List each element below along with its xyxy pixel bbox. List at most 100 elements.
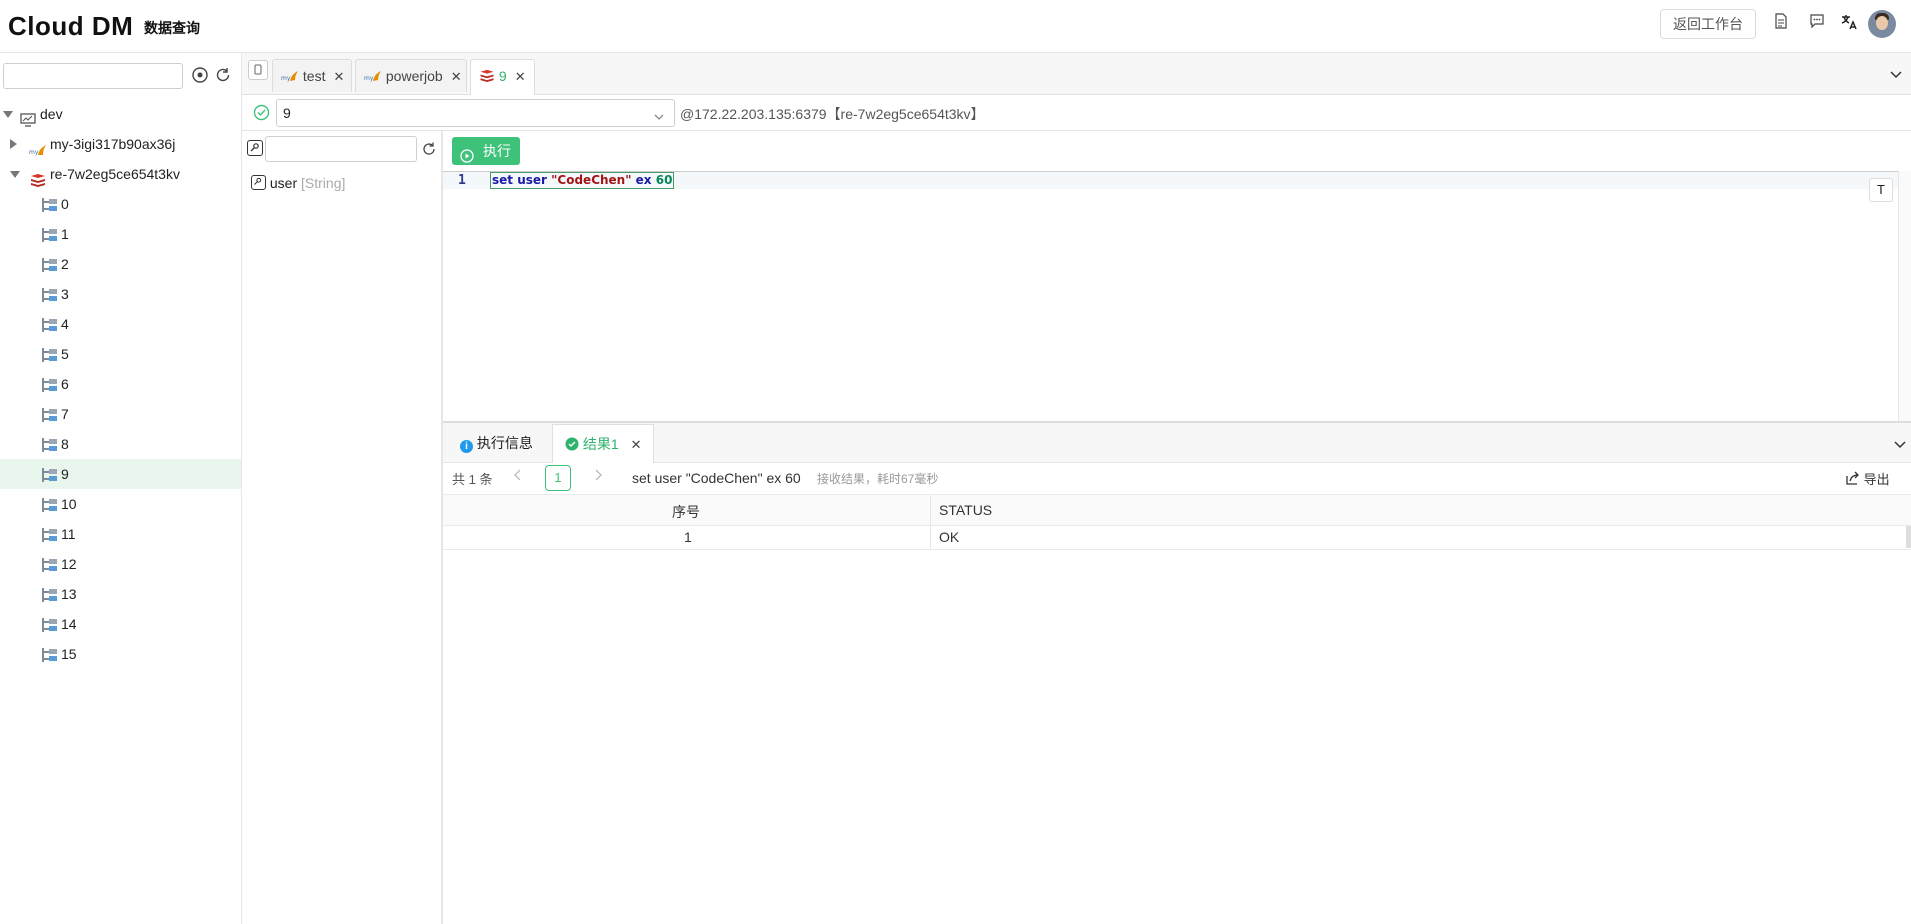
run-button-label: 执行 [483, 143, 511, 159]
database-icon [42, 408, 58, 422]
export-button[interactable]: 导出 [1845, 469, 1890, 489]
document-icon[interactable] [1770, 13, 1792, 35]
close-icon[interactable]: ✕ [451, 69, 462, 84]
tree-node-db-1[interactable]: 1 [0, 219, 241, 249]
refresh-icon[interactable] [421, 141, 437, 157]
run-button[interactable]: 执行 [452, 137, 520, 165]
key-filter-icon[interactable] [247, 140, 263, 156]
tree-node-db-14[interactable]: 14 [0, 609, 241, 639]
tree-node-db-9[interactable]: 9 [0, 459, 241, 489]
tree-node-label: my-3igi317b90ax36j [50, 136, 176, 152]
redis-icon [480, 69, 494, 82]
tree-node-db-13[interactable]: 13 [0, 579, 241, 609]
chevron-down-icon[interactable] [1888, 66, 1904, 82]
key-name: user [269, 175, 298, 191]
caret-down-icon[interactable] [10, 171, 20, 178]
tree-node-db-15[interactable]: 15 [0, 639, 241, 669]
tab-execution-info[interactable]: i 执行信息 [448, 424, 545, 463]
tab-result-1[interactable]: 结果1 ✕ [552, 424, 655, 463]
back-to-workbench-button[interactable]: 返回工作台 [1660, 9, 1756, 39]
code-number: 60 [655, 173, 673, 187]
tree-node-db-8[interactable]: 8 [0, 429, 241, 459]
database-icon [42, 378, 58, 392]
key-icon [251, 175, 266, 190]
editor-scrollbar[interactable] [1898, 171, 1911, 421]
tree-node-db-0[interactable]: 0 [0, 189, 241, 219]
tree-node-mysql-connection[interactable]: my my-3igi317b90ax36j [0, 129, 241, 159]
result-query-text: set user "CodeChen" ex 60 [632, 470, 801, 486]
cell-index[interactable]: 1 [684, 529, 692, 545]
database-icon [42, 588, 58, 602]
tree-node-label: 2 [61, 256, 69, 272]
tree-node-dev[interactable]: dev [0, 99, 241, 129]
connection-info: @172.22.203.135:6379【re-7w2eg5ce654t3kv】 [680, 106, 985, 122]
tree-node-label: re-7w2eg5ce654t3kv [50, 166, 180, 182]
total-count: 共 1 条 [452, 472, 493, 487]
play-icon [460, 144, 474, 172]
database-icon [42, 258, 58, 272]
table-row[interactable] [443, 526, 1911, 550]
chevron-down-icon [652, 106, 666, 132]
line-number: 1 [458, 173, 466, 188]
database-icon [42, 348, 58, 362]
code-key: user [517, 173, 547, 187]
caret-down-icon[interactable] [3, 111, 13, 118]
tree-node-label: 12 [61, 556, 77, 572]
code-line[interactable]: set user "CodeChen" ex 60 [490, 172, 675, 189]
tree-node-db-7[interactable]: 7 [0, 399, 241, 429]
tree-node-db-12[interactable]: 12 [0, 549, 241, 579]
refresh-icon[interactable] [214, 66, 232, 84]
user-avatar[interactable] [1868, 10, 1896, 38]
tree-node-db-3[interactable]: 3 [0, 279, 241, 309]
tree-node-db-6[interactable]: 6 [0, 369, 241, 399]
svg-text:my: my [29, 149, 39, 156]
key-item-user[interactable]: user [String] [251, 173, 345, 193]
database-icon [42, 318, 58, 332]
database-icon [42, 228, 58, 242]
tab-label: 执行信息 [476, 435, 533, 451]
close-icon[interactable]: ✕ [333, 69, 344, 84]
tree-node-label: 8 [61, 436, 69, 452]
prev-page-icon[interactable] [510, 467, 526, 483]
chevron-down-icon[interactable] [1892, 436, 1908, 452]
cell-status[interactable]: OK [939, 529, 959, 545]
page-number[interactable]: 1 [545, 465, 571, 491]
code-option: ex [635, 173, 652, 187]
locate-icon[interactable] [191, 66, 209, 84]
tree-node-label: 9 [61, 466, 69, 482]
tree-node-redis-connection[interactable]: re-7w2eg5ce654t3kv [0, 159, 241, 189]
database-icon [42, 288, 58, 302]
tree-node-db-10[interactable]: 10 [0, 489, 241, 519]
sql-editor[interactable] [443, 171, 1898, 421]
close-icon[interactable]: ✕ [631, 437, 642, 452]
tab-menu-button[interactable] [248, 60, 268, 80]
tree-node-db-11[interactable]: 11 [0, 519, 241, 549]
tree-node-label: 6 [61, 376, 69, 392]
tab-9[interactable]: 9 ✕ [470, 59, 535, 96]
tree-node-db-2[interactable]: 2 [0, 249, 241, 279]
grid-scrollbar[interactable] [1906, 526, 1911, 548]
database-icon [42, 558, 58, 572]
chat-icon[interactable] [1806, 13, 1828, 35]
tree-node-label: 5 [61, 346, 69, 362]
key-search-input[interactable] [265, 136, 417, 162]
tree-node-label: 1 [61, 226, 69, 242]
tab-test[interactable]: my test ✕ [272, 59, 352, 92]
column-header-status[interactable]: STATUS [939, 502, 992, 518]
translate-icon[interactable] [1838, 13, 1860, 35]
editor-toolbar [443, 131, 1911, 171]
next-page-icon[interactable] [590, 467, 606, 483]
close-icon[interactable]: ✕ [515, 69, 526, 84]
format-toggle-button[interactable]: T [1869, 178, 1893, 202]
database-select[interactable]: 9 [276, 99, 675, 127]
database-select-value: 9 [283, 105, 291, 121]
column-header-index[interactable]: 序号 [672, 502, 700, 522]
sidebar-search-input[interactable] [3, 63, 183, 89]
tab-powerjob[interactable]: my powerjob ✕ [355, 59, 467, 92]
tree-node-label: 0 [61, 196, 69, 212]
tree-node-label: 11 [61, 526, 76, 542]
caret-right-icon[interactable] [10, 139, 17, 149]
tree-node-db-4[interactable]: 4 [0, 309, 241, 339]
mysql-icon: my [364, 71, 381, 82]
tree-node-db-5[interactable]: 5 [0, 339, 241, 369]
